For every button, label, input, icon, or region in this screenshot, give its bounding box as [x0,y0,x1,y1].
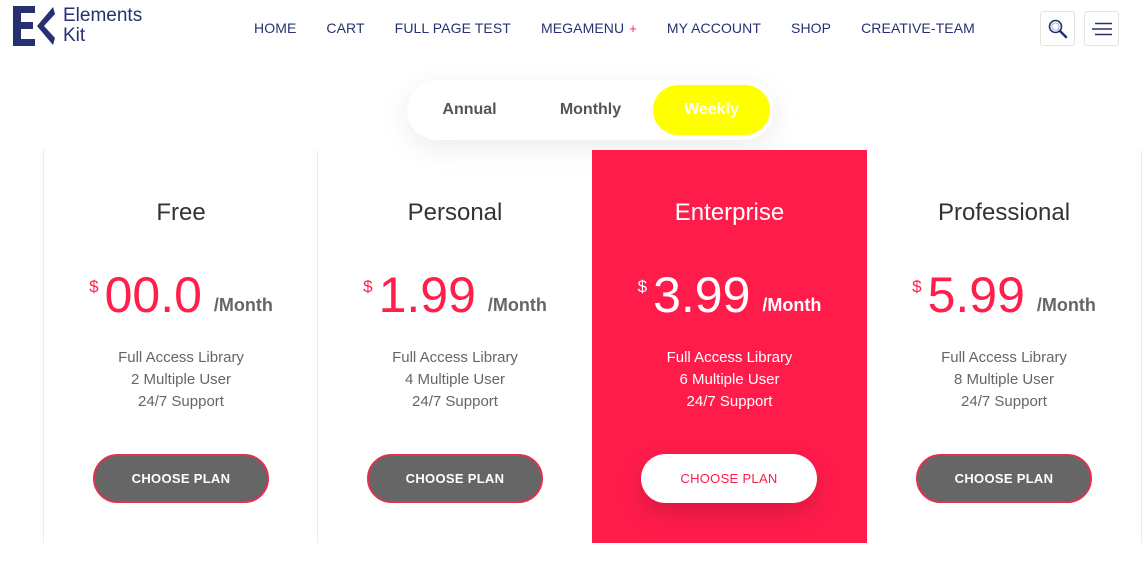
currency-symbol: $ [637,277,648,296]
site-header: Elements Kit HOME CART FULL PAGE TEST ME… [0,0,1147,60]
choose-plan-button[interactable]: CHOOSE PLAN [367,454,543,503]
feature-list: Full Access Library 8 Multiple User 24/7… [867,347,1141,413]
logo-text: Elements Kit [63,6,142,46]
pricing-card-professional: Professional $ 5.99 /Month Full Access L… [867,150,1142,543]
feature-item: 24/7 Support [138,393,224,410]
elementskit-logo-icon [13,6,55,46]
choose-plan-button[interactable]: CHOOSE PLAN [916,454,1092,503]
currency-symbol: $ [363,277,373,296]
plan-name: Personal [407,199,503,226]
price-period: /Month [487,295,547,315]
pricing-card-personal: Personal $ 1.99 /Month Full Access Libra… [317,150,592,543]
nav-label: CREATIVE-TEAM [861,20,975,36]
nav-item-megamenu[interactable]: MEGAMENU + [526,18,652,38]
feature-item: 6 Multiple User [679,371,780,388]
nav-item-my-account[interactable]: MY ACCOUNT [652,18,776,38]
plus-icon: + [629,21,637,36]
tab-annual[interactable]: Annual [411,85,528,135]
feature-item: 24/7 Support [412,393,498,410]
billing-period-tabs: Annual Monthly Weekly [407,80,774,140]
logo[interactable]: Elements Kit [13,6,142,46]
feature-item: 4 Multiple User [404,371,506,388]
feature-item: Full Access Library [392,349,518,366]
price-period: /Month [213,295,273,315]
feature-item: 8 Multiple User [953,371,1055,388]
nav-label: CART [326,20,365,36]
logo-text-line2: Kit [63,25,86,46]
currency-symbol: $ [912,277,922,296]
nav-label: MEGAMENU [540,20,625,36]
nav-label: FULL PAGE TEST [394,20,511,36]
feature-item: Full Access Library [118,349,244,366]
feature-item: 2 Multiple User [130,371,232,388]
feature-list: Full Access Library 2 Multiple User 24/7… [44,347,318,413]
nav-label: HOME [254,20,297,36]
price-amount: 5.99 [927,267,1025,323]
nav-item-full-page-test[interactable]: FULL PAGE TEST [380,18,526,38]
nav-label: MY ACCOUNT [666,20,762,36]
plan-name: Free [156,199,206,226]
search-icon [1048,19,1067,38]
pricing-card-enterprise: Enterprise $ 3.99 /Month Full Access Lib… [592,150,867,543]
menu-button[interactable] [1084,11,1119,46]
tab-monthly[interactable]: Monthly [532,85,649,135]
plan-price: $ 1.99 /Month [318,265,592,325]
choose-plan-button[interactable]: CHOOSE PLAN [641,454,817,503]
currency-symbol: $ [89,277,99,296]
feature-item: Full Access Library [941,349,1067,366]
tab-weekly[interactable]: Weekly [653,85,770,135]
nav-item-shop[interactable]: SHOP [776,18,846,38]
nav-item-cart[interactable]: CART [311,18,379,38]
plan-price: $ 3.99 /Month [592,265,867,325]
feature-list: Full Access Library 4 Multiple User 24/7… [318,347,592,413]
plan-name: Enterprise [674,199,785,226]
pricing-card-free: Free $ 00.0 /Month Full Access Library 2… [43,150,318,543]
plan-price: $ 00.0 /Month [44,265,318,325]
plan-name: Professional [937,199,1071,226]
feature-item: 24/7 Support [961,393,1047,410]
price-amount: 00.0 [104,267,202,323]
search-button[interactable] [1040,11,1075,46]
nav-item-creative-team[interactable]: CREATIVE-TEAM [846,18,990,38]
price-period: /Month [1036,295,1096,315]
main-nav: HOME CART FULL PAGE TEST MEGAMENU + MY AC… [239,18,990,38]
feature-item: Full Access Library [666,349,793,366]
hamburger-menu-icon [1091,22,1112,35]
price-amount: 1.99 [378,267,476,323]
nav-item-home[interactable]: HOME [239,18,311,38]
price-period: /Month [762,295,822,315]
price-amount: 3.99 [653,267,751,323]
feature-item: 24/7 Support [686,393,773,410]
logo-text-line1: Elements [63,5,143,26]
nav-label: SHOP [791,20,832,36]
feature-list: Full Access Library 6 Multiple User 24/7… [592,347,867,413]
choose-plan-button[interactable]: CHOOSE PLAN [93,454,269,503]
plan-price: $ 5.99 /Month [867,265,1141,325]
